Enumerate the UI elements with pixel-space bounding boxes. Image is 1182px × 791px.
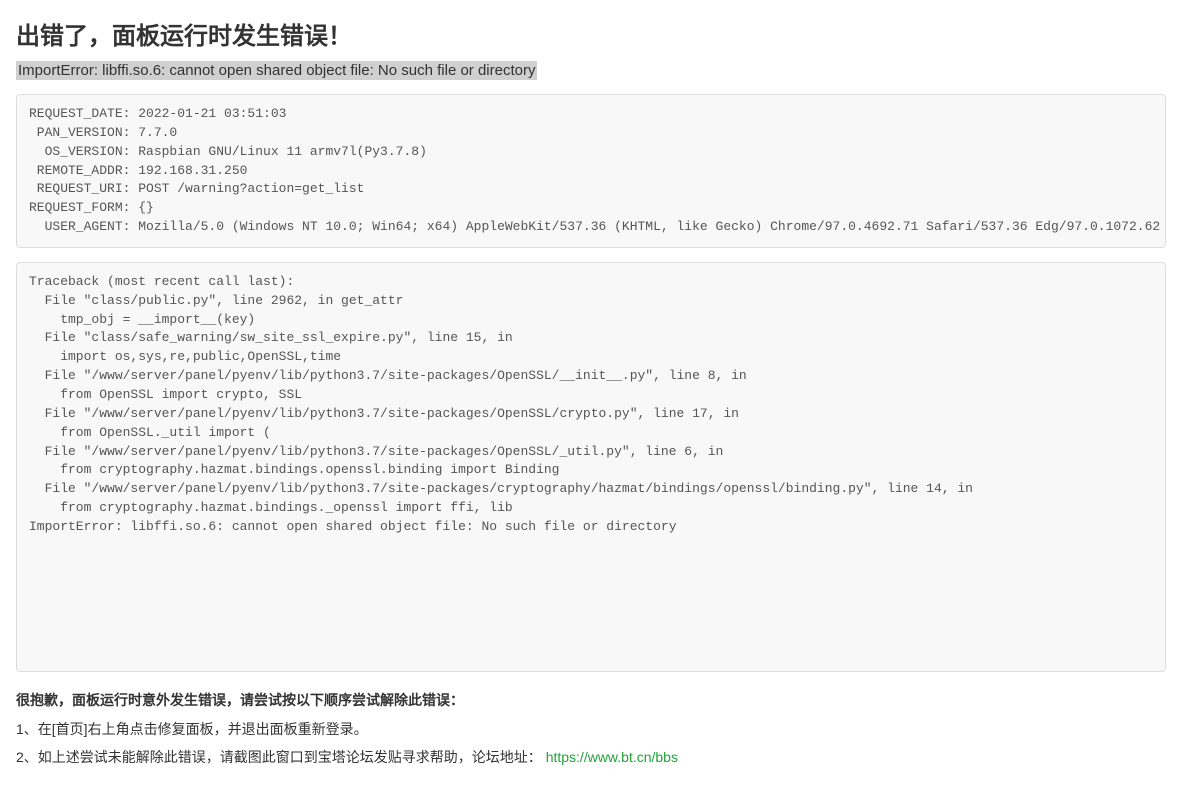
error-message: ImportError: libffi.so.6: cannot open sh…	[16, 61, 537, 80]
request-info-block: REQUEST_DATE: 2022-01-21 03:51:03 PAN_VE…	[16, 94, 1166, 248]
help-title: 很抱歉，面板运行时意外发生错误，请尝试按以下顺序尝试解除此错误：	[16, 690, 1166, 710]
page-title: 出错了，面板运行时发生错误！	[16, 16, 1166, 51]
help-item-2: 2、如上述尝试未能解除此错误，请截图此窗口到宝塔论坛发贴寻求帮助，论坛地址： h…	[16, 746, 1166, 768]
help-section: 很抱歉，面板运行时意外发生错误，请尝试按以下顺序尝试解除此错误： 1、在[首页]…	[16, 690, 1166, 769]
traceback-block: Traceback (most recent call last): File …	[16, 262, 1166, 672]
help-item-2-text: 2、如上述尝试未能解除此错误，请截图此窗口到宝塔论坛发贴寻求帮助，论坛地址：	[16, 749, 542, 765]
help-item-1: 1、在[首页]右上角点击修复面板，并退出面板重新登录。	[16, 718, 1166, 740]
bbs-link[interactable]: https://www.bt.cn/bbs	[546, 749, 678, 765]
